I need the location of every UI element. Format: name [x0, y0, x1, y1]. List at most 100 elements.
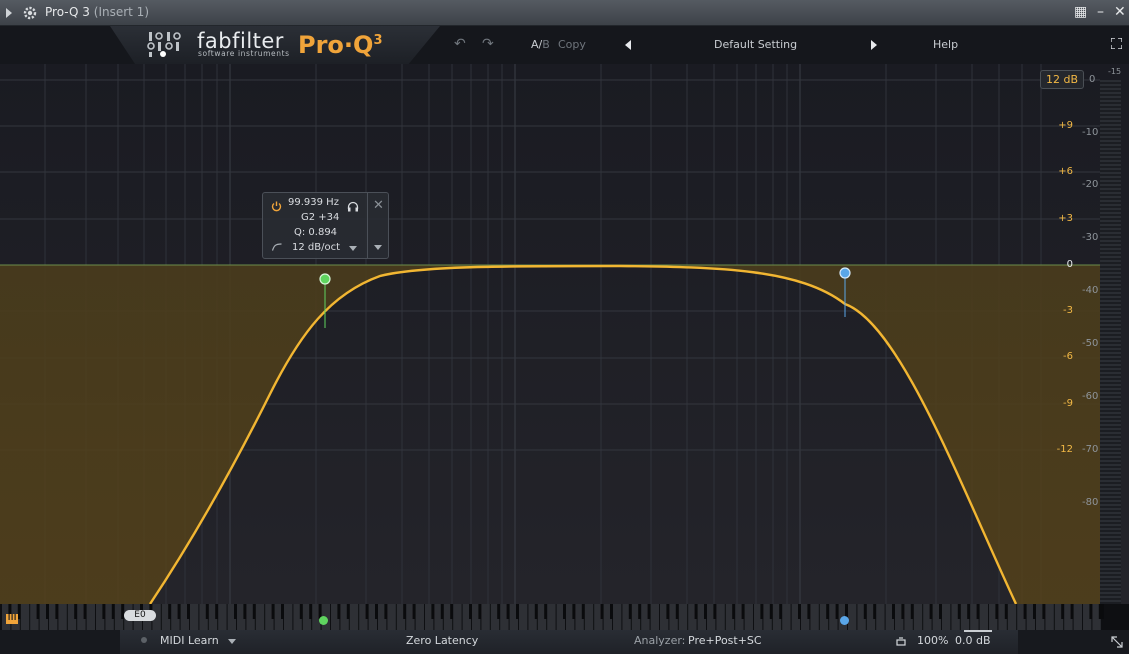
eq-display[interactable] [0, 64, 1129, 604]
slope-dropdown-icon[interactable] [349, 246, 357, 251]
analyzer-label: -20 [1082, 179, 1099, 190]
piano-white-key[interactable] [942, 604, 951, 630]
piano-white-key[interactable] [584, 604, 594, 630]
midi-dropdown-icon[interactable] [228, 639, 236, 644]
product-version: 3 [373, 33, 383, 48]
grid-icon[interactable]: ▦ [1074, 4, 1087, 20]
analyzer-label: -60 [1082, 391, 1099, 402]
latency-mode[interactable]: Zero Latency [406, 634, 478, 647]
piano-white-key[interactable] [255, 604, 265, 630]
band-q[interactable]: Q: 0.894 [294, 227, 337, 238]
piano-white-key[interactable] [20, 604, 30, 630]
host-title-bar: Pro-Q 3 (Insert 1) ▦ – ✕ [0, 0, 1129, 26]
output-gain[interactable]: 0.0 dB [955, 634, 991, 647]
band-parameter-panel: 99.939 Hz G2 +34 Q: 0.894 12 dB/oct ✕ [262, 192, 389, 259]
plugin-name: Pro-Q 3 [45, 5, 90, 19]
midi-learn-button[interactable]: MIDI Learn [160, 634, 219, 647]
gain-meter-bar [964, 630, 992, 632]
piano-white-key[interactable] [716, 604, 725, 630]
piano-white-key[interactable] [1045, 604, 1054, 630]
piano-white-key[interactable] [190, 604, 199, 630]
output-meter [1100, 80, 1121, 626]
analyzer-label: -50 [1082, 338, 1099, 349]
preset-name[interactable]: Default Setting [714, 38, 797, 51]
db-label: +3 [1058, 213, 1073, 224]
close-band-icon[interactable]: ✕ [373, 198, 384, 213]
output-settings-icon[interactable] [896, 636, 906, 646]
piano-white-key[interactable] [519, 604, 528, 630]
piano-white-key[interactable] [848, 604, 857, 630]
zoom-value[interactable]: 100% [917, 634, 948, 647]
product-name: Pro·Q3 [298, 31, 382, 59]
piano-white-key[interactable] [782, 604, 791, 630]
band-note: G2 +34 [301, 212, 340, 223]
piano-white-key[interactable] [613, 604, 622, 630]
band-2-handle[interactable] [839, 267, 851, 279]
resize-icon[interactable] [1111, 636, 1123, 648]
undo-icon[interactable]: ↶ [454, 36, 466, 52]
piano-white-key[interactable] [810, 604, 819, 630]
previous-preset-icon[interactable] [625, 40, 631, 50]
piano-white-key[interactable] [349, 604, 359, 630]
piano-white-key[interactable] [913, 604, 923, 630]
analyzer-label: -30 [1082, 232, 1099, 243]
piano-white-key[interactable] [1007, 604, 1017, 630]
piano-white-key[interactable] [979, 604, 988, 630]
band-menu-icon[interactable] [374, 245, 382, 250]
piano-white-key[interactable] [58, 604, 67, 630]
gear-icon[interactable] [22, 5, 38, 21]
db-label: -12 [1056, 444, 1073, 455]
power-icon[interactable] [271, 201, 282, 212]
brand-subtitle: software instruments [198, 49, 290, 58]
db-label: -3 [1063, 305, 1073, 316]
db-label: -6 [1063, 351, 1073, 362]
close-icon[interactable]: ✕ [1114, 4, 1126, 20]
piano-keyboard[interactable] [0, 604, 1129, 630]
piano-white-key[interactable] [481, 604, 490, 630]
piano-white-key[interactable] [284, 604, 293, 630]
analyzer-label: -80 [1082, 497, 1099, 508]
headphone-icon[interactable] [347, 201, 359, 212]
piano-black-key[interactable] [1098, 604, 1104, 619]
note-tag: E0 [124, 610, 156, 621]
band-1-piano-marker [319, 616, 328, 625]
piano-white-key[interactable] [678, 604, 688, 630]
ab-b-label: B [542, 38, 550, 51]
product-label: Pro·Q [298, 31, 374, 59]
ab-button[interactable]: A/B [531, 38, 550, 51]
band-slope[interactable]: 12 dB/oct [292, 242, 340, 253]
db-label: +6 [1058, 166, 1073, 177]
band-2-piano-marker [840, 616, 849, 625]
piano-white-key[interactable] [876, 604, 885, 630]
midi-indicator-icon [141, 637, 147, 643]
band-1-handle[interactable] [319, 273, 331, 285]
piano-white-key[interactable] [1073, 604, 1082, 630]
analyzer-mode[interactable]: Pre+Post+SC [688, 634, 762, 647]
piano-white-key[interactable] [650, 604, 659, 630]
piano-white-key[interactable] [547, 604, 556, 630]
piano-icon[interactable] [6, 614, 18, 624]
insert-label: (Insert 1) [93, 5, 149, 19]
piano-white-key[interactable] [86, 604, 95, 630]
piano-white-key[interactable] [453, 604, 462, 630]
piano-white-key[interactable] [387, 604, 396, 630]
band-frequency[interactable]: 99.939 Hz [288, 197, 339, 208]
window-title: Pro-Q 3 (Insert 1) [45, 5, 149, 19]
analyzer-label: -40 [1082, 285, 1099, 296]
piano-white-key[interactable] [218, 604, 227, 630]
minimize-icon[interactable]: – [1097, 4, 1104, 20]
piano-white-key[interactable] [415, 604, 424, 630]
low-cut-shape-icon[interactable] [272, 243, 282, 251]
copy-button[interactable]: Copy [558, 38, 586, 51]
fullscreen-icon[interactable] [1111, 38, 1122, 49]
redo-icon[interactable]: ↷ [482, 36, 494, 52]
help-button[interactable]: Help [933, 38, 958, 51]
db-label: -9 [1063, 398, 1073, 409]
display-range-button[interactable]: 12 dB [1040, 70, 1084, 89]
panel-separator [367, 193, 368, 258]
piano-white-key[interactable] [744, 604, 753, 630]
expand-arrow-icon[interactable] [6, 8, 12, 18]
eq-graph-canvas[interactable] [0, 64, 1129, 604]
next-preset-icon[interactable] [871, 40, 877, 50]
analyzer-label: -70 [1082, 444, 1099, 455]
